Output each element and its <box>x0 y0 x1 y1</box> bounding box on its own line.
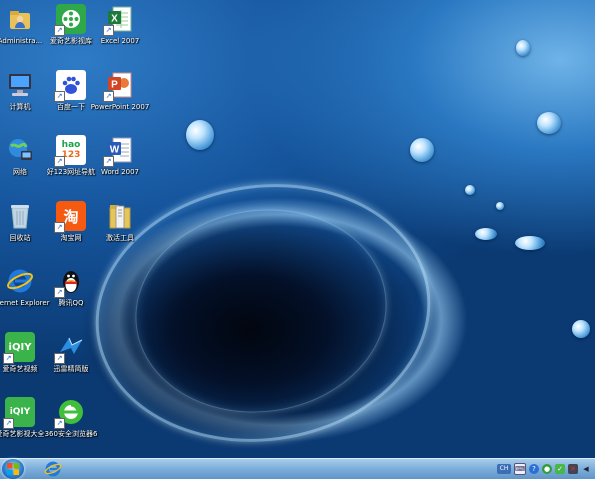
water-drop <box>475 228 497 240</box>
start-button[interactable] <box>2 459 24 479</box>
shortcut-arrow-icon: ↗ <box>54 418 65 429</box>
network-globe-icon <box>5 135 35 165</box>
hao123-icon: hao 123 ↗ <box>54 135 86 167</box>
input-method-icon[interactable]: CH <box>497 464 511 474</box>
activation-tool-icon <box>105 201 135 231</box>
powerpoint-icon: P ↗ <box>103 70 135 102</box>
taskbar-pinned-internet-explorer[interactable] <box>42 460 64 478</box>
svg-text:X: X <box>111 14 118 25</box>
desktop-icon-qq[interactable]: ↗ 腾讯QQ <box>40 266 102 326</box>
shortcut-arrow-icon: ↗ <box>3 353 14 364</box>
security-icon[interactable]: ● <box>542 464 552 474</box>
icon-label: 迅雷精简版 <box>53 365 89 373</box>
water-drop <box>572 320 590 338</box>
shortcut-arrow-icon: ↗ <box>54 287 65 298</box>
shield-360-icon[interactable]: ✓ <box>555 464 565 474</box>
icon-label: 腾讯QQ <box>58 299 84 307</box>
icon-label: 激活工具 <box>106 234 134 242</box>
browser-360-icon: ↗ <box>54 397 86 429</box>
icon-label: PowerPoint 2007 <box>90 103 150 111</box>
iqiyi-icon: iQIY ↗ <box>3 332 35 364</box>
internet-explorer-icon <box>44 461 62 477</box>
desktop-icon-word[interactable]: W ↗ Word 2007 <box>89 135 151 195</box>
help-icon[interactable]: ? <box>529 464 539 474</box>
qq-penguin-icon: ↗ <box>54 266 86 298</box>
system-tray: CH ⌨ ? ● ✓ ✕ ◀ <box>497 462 591 476</box>
shortcut-arrow-icon: ↗ <box>103 25 114 36</box>
recycle-bin-icon <box>5 201 35 231</box>
shortcut-arrow-icon: ↗ <box>103 156 114 167</box>
shortcut-arrow-icon: ↗ <box>54 222 65 233</box>
desktop-icon-excel[interactable]: X ↗ Excel 2007 <box>89 4 151 64</box>
shortcut-arrow-icon: ↗ <box>103 91 114 102</box>
taskbar: CH ⌨ ? ● ✓ ✕ ◀ <box>0 458 595 479</box>
word-icon: W ↗ <box>103 135 135 167</box>
desktop-icon-activation-tool[interactable]: 激活工具 <box>89 201 151 261</box>
desktop[interactable]: Administra... 计算机 网络 回收站 Internet Explor… <box>0 0 595 458</box>
computer-icon <box>5 70 35 100</box>
desktop-icon-powerpoint[interactable]: P ↗ PowerPoint 2007 <box>89 70 151 130</box>
film-reel-icon: ↗ <box>54 4 86 36</box>
windows-logo-icon <box>7 463 19 475</box>
iqiyi-hd-icon: iQIY ↗ <box>3 397 35 429</box>
taobao-icon: 淘 ↗ <box>54 201 86 233</box>
svg-text:P: P <box>111 80 118 91</box>
shortcut-arrow-icon: ↗ <box>3 418 14 429</box>
svg-text:W: W <box>110 145 120 156</box>
xunlei-bird-icon: ↗ <box>54 332 86 364</box>
icon-label: 360安全浏览器6 <box>44 430 98 438</box>
water-drop <box>537 112 561 134</box>
water-drop <box>465 185 475 195</box>
desktop-icon-360-browser[interactable]: ↗ 360安全浏览器6 <box>40 397 102 457</box>
network-tray-icon[interactable]: ✕ <box>568 464 578 474</box>
excel-icon: X ↗ <box>103 4 135 36</box>
keyboard-icon[interactable]: ⌨ <box>514 463 526 475</box>
shortcut-arrow-icon: ↗ <box>54 25 65 36</box>
icon-label: Word 2007 <box>100 168 140 176</box>
water-drop <box>516 40 530 56</box>
internet-explorer-icon <box>5 266 35 296</box>
desktop-icon-xunlei[interactable]: ↗ 迅雷精简版 <box>40 332 102 392</box>
water-drop <box>186 120 214 150</box>
icon-label: Excel 2007 <box>100 37 140 45</box>
shortcut-arrow-icon: ↗ <box>54 91 65 102</box>
water-drop <box>515 236 545 250</box>
shortcut-arrow-icon: ↗ <box>54 353 65 364</box>
water-drop <box>410 138 434 162</box>
water-drop <box>496 202 504 210</box>
volume-icon[interactable]: ◀ <box>581 464 591 474</box>
shortcut-arrow-icon: ↗ <box>54 156 65 167</box>
user-folder-icon <box>5 4 35 34</box>
baidu-paw-icon: ↗ <box>54 70 86 102</box>
